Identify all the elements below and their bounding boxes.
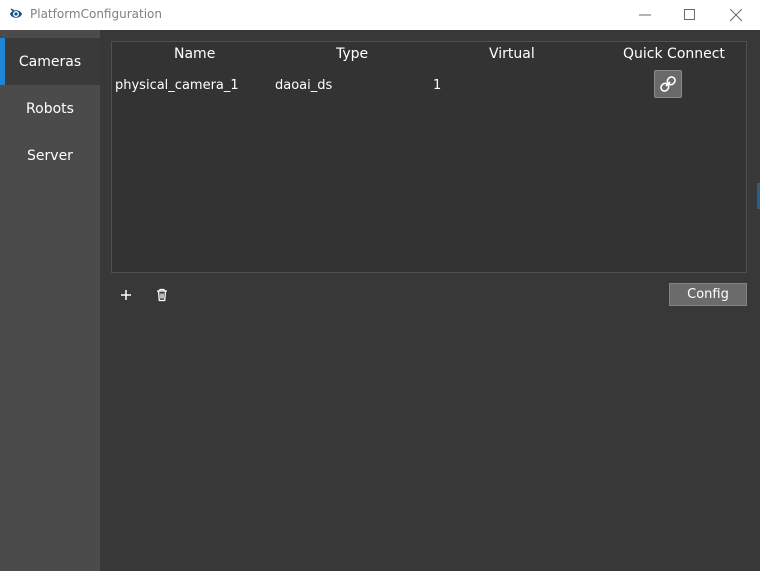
maximize-icon	[684, 9, 695, 20]
column-header-quick-connect[interactable]: Quick Connect	[623, 46, 725, 62]
link-icon	[660, 76, 676, 92]
sidebar-item-label: Server	[27, 147, 73, 164]
trash-icon[interactable]	[153, 286, 171, 304]
window-title: PlatformConfiguration	[30, 7, 162, 21]
quick-connect-button[interactable]	[654, 70, 682, 98]
minimize-button[interactable]	[622, 0, 668, 30]
camera-table: Name Type Virtual Quick Connect physical…	[111, 41, 747, 273]
config-button[interactable]: Config	[669, 283, 747, 306]
minimize-icon	[639, 14, 651, 16]
sidebar-item-label: Robots	[26, 100, 74, 117]
sidebar: Cameras Robots Server	[0, 30, 100, 571]
sidebar-item-robots[interactable]: Robots	[0, 85, 100, 132]
column-header-virtual[interactable]: Virtual	[489, 46, 535, 62]
maximize-button[interactable]	[667, 0, 713, 30]
title-bar: PlatformConfiguration	[0, 0, 760, 30]
cell-type: daoai_ds	[275, 78, 333, 93]
sidebar-item-label: Cameras	[18, 53, 82, 70]
close-button[interactable]	[713, 0, 759, 30]
plus-icon[interactable]	[117, 286, 135, 304]
column-header-name[interactable]: Name	[174, 46, 215, 62]
cell-virtual: 1	[433, 78, 442, 93]
sidebar-item-cameras[interactable]: Cameras	[0, 38, 100, 85]
camera-eye-icon	[8, 6, 24, 22]
sidebar-item-server[interactable]: Server	[0, 132, 100, 179]
cell-name: physical_camera_1	[115, 78, 239, 93]
column-header-type[interactable]: Type	[336, 46, 368, 62]
close-icon	[730, 9, 742, 21]
